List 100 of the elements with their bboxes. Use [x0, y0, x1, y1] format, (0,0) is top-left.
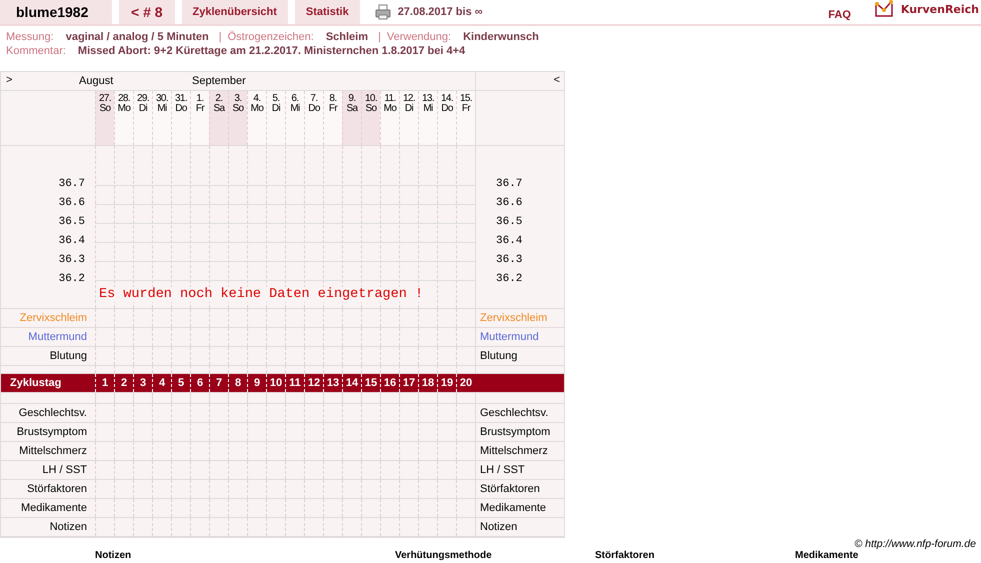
row-label: Muttermund	[475, 328, 564, 346]
row-label: Geschlechtsv.	[475, 404, 564, 422]
info-label: Verwendung:	[386, 30, 452, 44]
nav-tab[interactable]: Zyklenübersicht	[182, 0, 288, 24]
section-heading: Verhütungsmethode	[395, 550, 493, 561]
row-label: Geschlechtsv.	[18, 406, 88, 421]
day-header: 1. Fr	[190, 91, 209, 145]
temperature-label: 36.6	[496, 196, 522, 211]
day-header: 13. Mi	[418, 91, 437, 145]
cycle-day-number: 10	[270, 377, 282, 389]
cycle-day-number: 14	[346, 377, 358, 389]
copyright-text: © http://www.nfp-forum.de	[854, 538, 976, 550]
row-label: Zervixschleim	[475, 309, 564, 327]
info-label: Messung:	[6, 30, 54, 44]
day-header: 9. Sa	[342, 91, 361, 145]
cycle-day-number: 11	[289, 377, 301, 389]
cycle-day-number: 1	[102, 377, 108, 389]
day-header: 30. Mi	[152, 91, 171, 145]
nav-tab[interactable]: Statistik	[294, 0, 360, 24]
row-label: Notizen	[48, 520, 88, 535]
cycle-day-number: 5	[178, 377, 184, 389]
faq-link[interactable]: FAQ	[828, 9, 851, 21]
temperature-label: 36.7	[58, 177, 85, 192]
day-header: 29. Di	[133, 91, 152, 145]
section-heading: Medikamente	[795, 550, 858, 561]
section-heading: Notizen	[95, 550, 132, 561]
day-header: 31. Do	[171, 91, 190, 145]
cycle-day-number: 16	[384, 377, 396, 389]
row-label: Brustsymptom	[475, 423, 564, 441]
row-label: LH / SST	[41, 463, 88, 478]
temperature-label: 36.2	[496, 272, 522, 287]
day-header: 3. So	[228, 91, 247, 145]
cycle-day-number: 4	[158, 377, 166, 389]
day-header: 11. Mo	[380, 91, 399, 145]
row-label: Blutung	[48, 349, 88, 364]
next-button[interactable]: <	[554, 74, 560, 86]
temperature-label: 36.5	[496, 215, 522, 230]
day-header: 28. Mo	[114, 91, 133, 145]
day-header: 15. Fr	[456, 91, 475, 145]
month-label: August	[79, 75, 114, 87]
section-heading: Störfaktoren	[595, 550, 656, 561]
temperature-label: 36.4	[496, 234, 522, 249]
cycle-day-number: 6	[196, 377, 204, 389]
cycle-day-number: 8	[234, 377, 242, 389]
cycle-day-number: 19	[440, 377, 454, 389]
previous-button[interactable]: >	[6, 74, 12, 86]
day-header: 12. Di	[399, 91, 418, 145]
cycle-day-number: 3	[140, 377, 146, 389]
day-header: 7. Do	[304, 91, 323, 145]
day-header: 5. Di	[266, 91, 285, 145]
row-label: LH / SST	[475, 461, 564, 479]
day-header: 14. Do	[437, 91, 456, 145]
cycle-day-number: 7	[216, 377, 222, 389]
cycle-day-number: 9	[254, 377, 260, 389]
month-label: September	[192, 75, 246, 87]
info-value: Schleim	[326, 30, 368, 44]
day-header: 6. Mi	[285, 91, 304, 145]
temperature-label: 36.5	[58, 215, 85, 230]
cycle-day-number: 20	[460, 377, 472, 389]
day-header: 27. So	[95, 91, 114, 145]
date-range: 27.08.2017 bis ∞	[398, 6, 483, 18]
day-header: 10. So	[361, 91, 380, 145]
day-header: 8. Fr	[323, 91, 342, 145]
temperature-label: 36.3	[58, 253, 85, 268]
row-label: Zervixschleim	[18, 311, 88, 326]
row-label: Störfaktoren	[26, 482, 88, 497]
brand-name: KurvenReich	[900, 2, 979, 16]
separator: |	[218, 30, 222, 44]
row-label: Mittelschmerz	[18, 444, 88, 459]
row-label: Mittelschmerz	[475, 442, 564, 460]
printer-icon[interactable]	[374, 4, 391, 20]
temperature-label: 36.4	[58, 234, 85, 249]
curve-logo-icon	[874, 0, 894, 18]
info-value: Missed Abort: 9+2 Kürettage am 21.2.2017. Ministernchen 1.8.2017 bei 4+4	[78, 44, 466, 58]
row-label: Muttermund	[27, 330, 88, 345]
info-value: Kinderwunsch	[463, 30, 539, 44]
separator: |	[378, 30, 381, 44]
cycle-day-number: 2	[120, 377, 128, 389]
info-value: vaginal / analog / 5 Minuten	[66, 30, 209, 44]
row-label: Brustsymptom	[16, 425, 88, 440]
temperature-label: 36.3	[496, 253, 522, 268]
temperature-label: 36.2	[58, 272, 85, 287]
info-label: Kommentar:	[6, 44, 66, 58]
temperature-label: 36.6	[58, 196, 85, 211]
row-label: Notizen	[475, 518, 564, 536]
cycle-day-number: 12	[308, 377, 320, 389]
cycle-day-number: 13	[326, 377, 340, 389]
cycle-day-number: 18	[422, 377, 434, 389]
day-header: 2. Sa	[209, 91, 228, 145]
temperature-label: 36.7	[496, 177, 522, 192]
cycle-day-number: 17	[402, 377, 416, 389]
row-label: Störfaktoren	[475, 480, 564, 498]
day-header: 4. Mo	[247, 91, 266, 145]
row-label: Medikamente	[20, 501, 88, 516]
cycle-nav-button[interactable]: < # 8	[119, 0, 175, 24]
row-label: Medikamente	[475, 499, 564, 517]
info-label: Östrogenzeichen:	[228, 30, 314, 44]
row-label: Blutung	[475, 347, 564, 365]
cycle-day-label: Zyklustag	[10, 377, 62, 389]
cycle-day-number: 15	[364, 377, 378, 389]
